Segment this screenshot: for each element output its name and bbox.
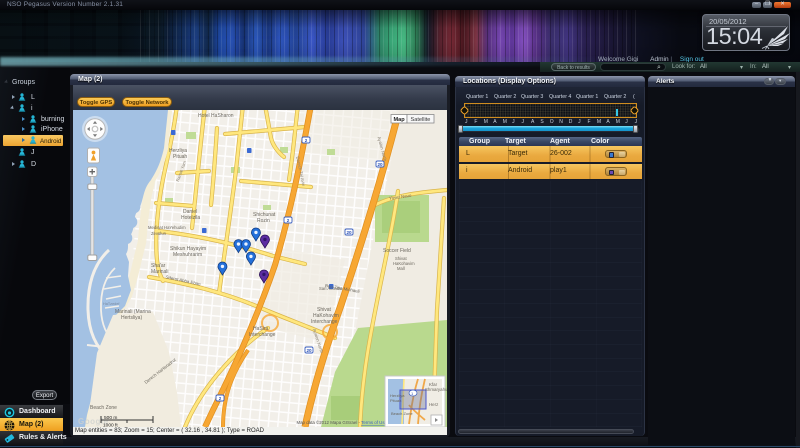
svg-text:Zevulun: Zevulun (151, 231, 167, 236)
svg-text:Pituah: Pituah (173, 154, 187, 160)
svg-text:Beach Zone: Beach Zone (90, 405, 117, 411)
svg-text:20: 20 (306, 348, 312, 353)
svg-text:Meshuhrarim: Meshuhrarim (173, 252, 202, 258)
svg-text:Shmaryahu: Shmaryahu (425, 387, 447, 392)
svg-text:Rozin: Rozin (257, 218, 270, 224)
svg-text:2: 2 (305, 138, 308, 143)
svg-text:20: 20 (377, 162, 383, 167)
svg-text:Map data ©2012 Mapa GISrael -: Map data ©2012 Mapa GISrael - Terms of U… (296, 420, 387, 425)
svg-text:Beach Zone: Beach Zone (391, 411, 413, 416)
svg-text:Interchange: Interchange (249, 332, 276, 338)
svg-text:2: 2 (219, 396, 222, 401)
svg-text:Hotelzila: Hotelzila (181, 215, 200, 221)
svg-text:Soccer Field: Soccer Field (383, 248, 411, 254)
svg-text:HaTzedef: HaTzedef (103, 302, 120, 306)
svg-text:2: 2 (287, 218, 290, 223)
svg-text:Medinat HaYehudim: Medinat HaYehudim (148, 225, 186, 230)
svg-text:500 m: 500 m (104, 415, 117, 421)
svg-text:Herz: Herz (429, 402, 438, 407)
svg-text:Hertsliya): Hertsliya) (121, 315, 142, 321)
svg-text:Pituah: Pituah (390, 398, 401, 403)
svg-text:Mall: Mall (397, 266, 405, 271)
svg-text:Satellite: Satellite (411, 117, 431, 123)
svg-text:Interchange: Interchange (311, 319, 338, 325)
svg-text:Map: Map (394, 117, 406, 123)
svg-text:Hotel HaSharon: Hotel HaSharon (198, 113, 234, 119)
svg-text:20: 20 (346, 230, 352, 235)
